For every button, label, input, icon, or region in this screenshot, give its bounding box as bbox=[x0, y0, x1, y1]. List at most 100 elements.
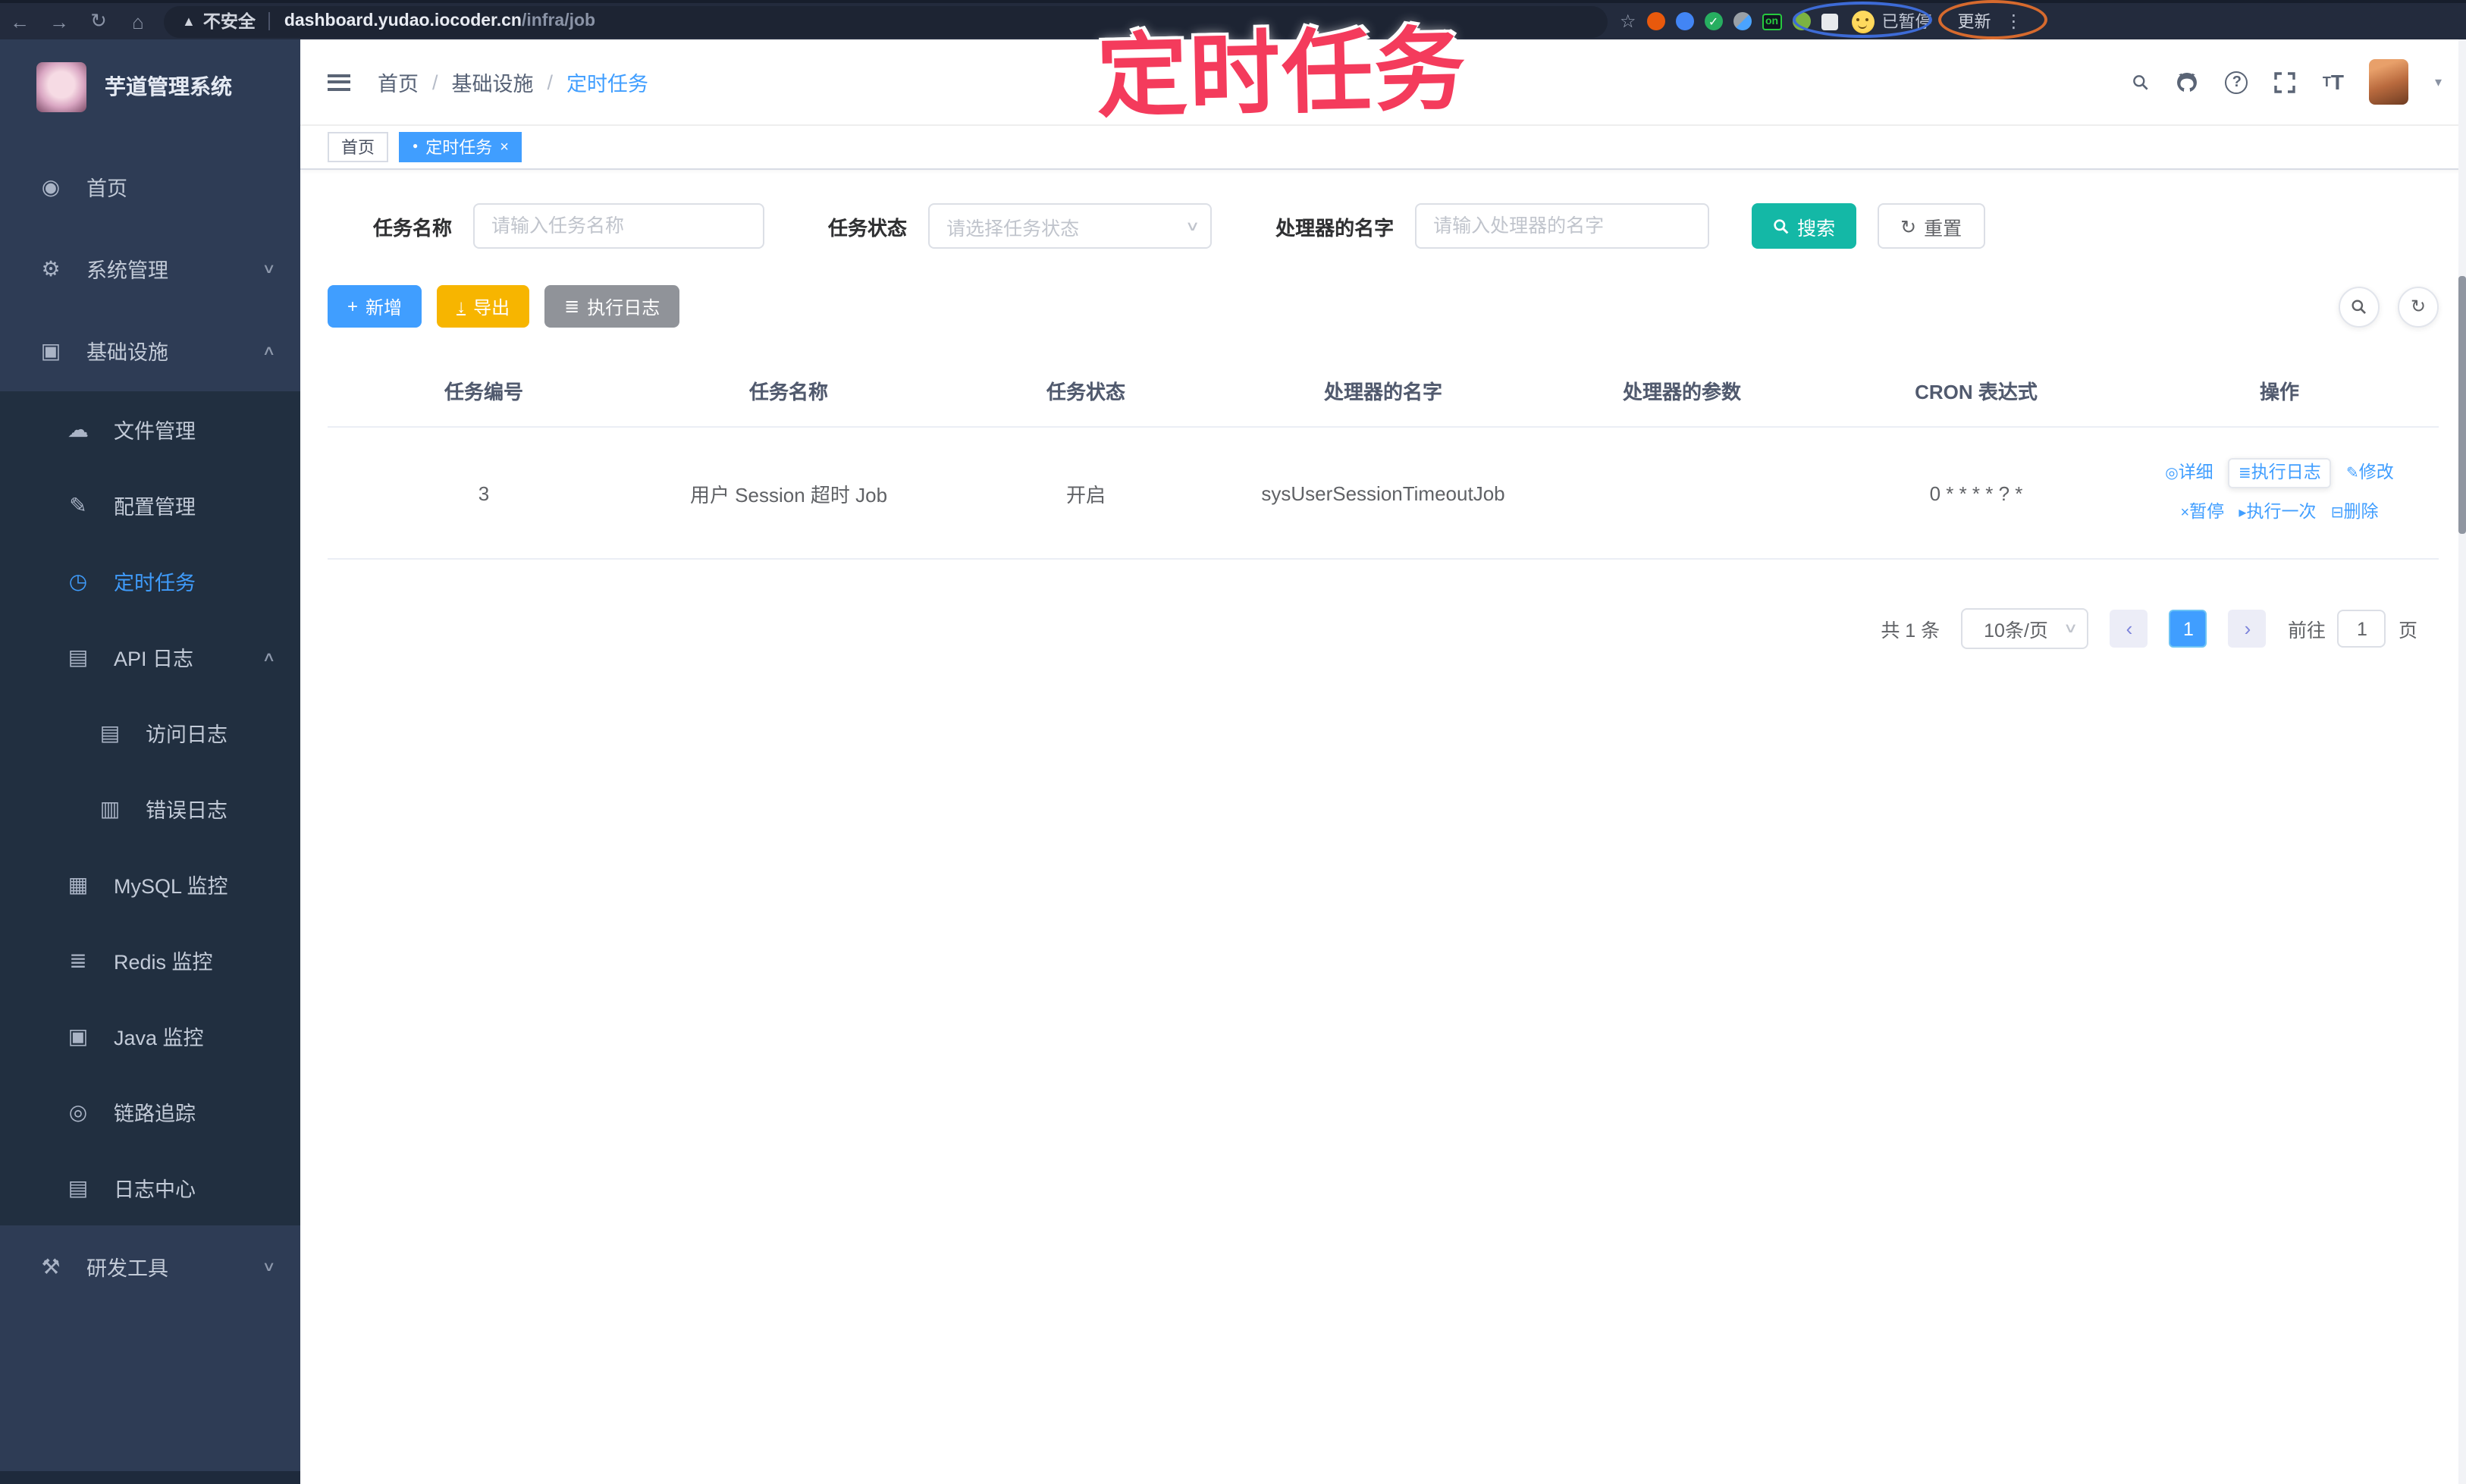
profile-paused-chip[interactable]: 已暂停 bbox=[1849, 8, 1944, 35]
download-icon: ↓ bbox=[456, 296, 466, 317]
refresh-table-button[interactable]: ↻ bbox=[2398, 286, 2439, 327]
breadcrumb-home[interactable]: 首页 bbox=[378, 67, 419, 97]
sidebar-item-home[interactable]: ◉ 首页 bbox=[0, 146, 300, 227]
search-button[interactable]: 搜索 bbox=[1752, 203, 1857, 249]
export-button[interactable]: ↓ 导出 bbox=[437, 285, 530, 328]
github-icon[interactable] bbox=[2176, 71, 2200, 93]
handler-name-input[interactable] bbox=[1415, 203, 1710, 249]
extension-icon[interactable] bbox=[1675, 12, 1694, 30]
paused-label: 已暂停 bbox=[1881, 14, 1932, 32]
extension-check-icon[interactable]: ✓ bbox=[1704, 12, 1723, 30]
browser-toolbar: ← → ↻ ⌂ ▲ 不安全 dashboard.yudao.iocoder.cn… bbox=[0, 0, 2466, 39]
chevron-down-icon: ∨ bbox=[262, 260, 277, 275]
page-content: 任务名称 任务状态 请选择任务状态 ∨ 处理器的名字 搜索 ↻ 重置 bbox=[300, 170, 2466, 649]
url-path[interactable]: /infra/job bbox=[522, 12, 595, 30]
sidebar-item-system[interactable]: ⚙ 系统管理 ∨ bbox=[0, 227, 300, 309]
font-size-icon[interactable]: TT bbox=[2323, 70, 2344, 94]
goto-page-input[interactable] bbox=[2337, 610, 2386, 648]
url-host[interactable]: dashboard.yudao.iocoder.cn bbox=[284, 12, 522, 30]
home-icon[interactable]: ⌂ bbox=[118, 10, 158, 33]
sidebar-item-trace[interactable]: ◎ 链路追踪 bbox=[0, 1074, 300, 1150]
pagination: 共 1 条 10条/页 ∨ ‹ 1 › 前往 页 bbox=[328, 608, 2439, 649]
extension-icon[interactable] bbox=[1646, 12, 1665, 30]
browser-menu-icon[interactable]: ⋮ bbox=[2005, 11, 2023, 32]
tab-home[interactable]: 首页 bbox=[328, 132, 388, 162]
sidebar-item-log-center[interactable]: ▤ 日志中心 bbox=[0, 1150, 300, 1225]
sidebar-item-label: API 日志 bbox=[114, 648, 194, 670]
help-icon[interactable]: ? bbox=[2225, 71, 2248, 93]
job-status-select[interactable]: 请选择任务状态 ∨ bbox=[928, 203, 1213, 249]
sidebar-item-label: 错误日志 bbox=[146, 799, 227, 822]
sidebar-item-redis-monitor[interactable]: ≣ Redis 监控 bbox=[0, 922, 300, 998]
next-page-button[interactable]: › bbox=[2228, 610, 2267, 648]
sidebar-item-mysql-monitor[interactable]: ▦ MySQL 监控 bbox=[0, 846, 300, 922]
chevron-up-icon: ∧ bbox=[262, 342, 277, 357]
exec-log-link[interactable]: ≣执行日志 bbox=[2227, 458, 2332, 488]
sidebar-menu: ◉ 首页 ⚙ 系统管理 ∨ ▣ 基础设施 ∧ ☁ 文件管理 ✎ 配置管理 ◷ 定… bbox=[0, 133, 300, 1307]
security-label[interactable]: 不安全 bbox=[203, 9, 256, 33]
modify-link[interactable]: ✎修改 bbox=[2346, 464, 2394, 482]
sidebar-item-error-log[interactable]: ▥ 错误日志 bbox=[0, 770, 300, 846]
address-bar[interactable]: ▲ 不安全 dashboard.yudao.iocoder.cn /infra/… bbox=[164, 5, 1608, 37]
cell-actions: ◎详细 ≣执行日志 ✎修改 ×暂停 ▸执行一次 ⊟删除 bbox=[2120, 427, 2439, 560]
tab-scheduled-jobs[interactable]: ● 定时任务 × bbox=[399, 132, 522, 162]
user-avatar[interactable] bbox=[2369, 59, 2409, 105]
bookmark-star-icon[interactable]: ☆ bbox=[1620, 11, 1636, 32]
reset-button[interactable]: ↻ 重置 bbox=[1878, 203, 1985, 249]
search-icon[interactable] bbox=[2133, 74, 2150, 90]
sidebar-item-label: 研发工具 bbox=[86, 1257, 168, 1280]
run-once-link-label: 执行一次 bbox=[2246, 504, 2317, 522]
tab-close-icon[interactable]: × bbox=[500, 139, 509, 155]
page-scrollbar[interactable] bbox=[2458, 39, 2466, 1484]
fullscreen-icon[interactable] bbox=[2274, 71, 2297, 93]
sidebar-item-label: MySQL 监控 bbox=[114, 875, 228, 898]
sidebar-item-api-log[interactable]: ▤ API 日志 ∧ bbox=[0, 619, 300, 695]
filter-form: 任务名称 任务状态 请选择任务状态 ∨ 处理器的名字 搜索 ↻ 重置 bbox=[328, 203, 2439, 249]
reload-icon[interactable]: ↻ bbox=[79, 9, 118, 33]
job-name-input[interactable] bbox=[473, 203, 765, 249]
sidebar-bottom-strip bbox=[0, 1471, 300, 1484]
dashboard-icon: ◉ bbox=[41, 174, 61, 198]
reset-button-label: 重置 bbox=[1924, 218, 1962, 239]
edit-icon: ✎ bbox=[2345, 466, 2359, 482]
prev-page-button[interactable]: ‹ bbox=[2110, 610, 2148, 648]
select-placeholder: 请选择任务状态 bbox=[946, 218, 1080, 239]
extension-grid-icon[interactable] bbox=[1733, 12, 1752, 30]
sidebar-item-label: 基础设施 bbox=[86, 341, 168, 364]
run-once-link[interactable]: ▸执行一次 bbox=[2239, 504, 2316, 522]
browser-update-button[interactable]: 更新 bbox=[1958, 9, 1991, 33]
log-icon: ▤ bbox=[99, 720, 121, 744]
extension-on-badge[interactable]: on bbox=[1762, 13, 1782, 30]
log-icon: ▥ bbox=[99, 795, 121, 820]
tab-label: 定时任务 bbox=[425, 140, 493, 158]
pause-link[interactable]: ×暂停 bbox=[2180, 504, 2224, 522]
sidebar-item-access-log[interactable]: ▤ 访问日志 bbox=[0, 695, 300, 770]
sidebar-item-scheduled-jobs[interactable]: ◷ 定时任务 bbox=[0, 543, 300, 619]
sidebar-item-label: Java 监控 bbox=[114, 1027, 204, 1049]
screen: ← → ↻ ⌂ ▲ 不安全 dashboard.yudao.iocoder.cn… bbox=[0, 0, 2466, 1484]
sidebar-item-config-manage[interactable]: ✎ 配置管理 bbox=[0, 467, 300, 543]
page-scrollbar-thumb[interactable] bbox=[2458, 276, 2466, 534]
sidebar-item-java-monitor[interactable]: ▣ Java 监控 bbox=[0, 998, 300, 1074]
sidebar-item-devtools[interactable]: ⚒ 研发工具 ∨ bbox=[0, 1225, 300, 1307]
extensions-puzzle-icon[interactable] bbox=[1821, 13, 1838, 30]
delete-link[interactable]: ⊟删除 bbox=[2331, 504, 2379, 522]
col-job-name: 任务名称 bbox=[640, 355, 937, 428]
sidebar-item-infra[interactable]: ▣ 基础设施 ∧ bbox=[0, 309, 300, 391]
back-icon[interactable]: ← bbox=[0, 10, 39, 33]
add-button[interactable]: + 新增 bbox=[328, 285, 422, 328]
forward-icon[interactable]: → bbox=[39, 10, 79, 33]
cell-handler-name: sysUserSessionTimeoutJob bbox=[1235, 427, 1532, 560]
app-logo-row[interactable]: 芋道管理系统 bbox=[0, 39, 300, 133]
hamburger-icon[interactable] bbox=[328, 74, 350, 90]
extension-leaf-icon[interactable] bbox=[1792, 12, 1811, 30]
breadcrumb-infra[interactable]: 基础设施 bbox=[452, 67, 534, 97]
chevron-down-icon: ∨ bbox=[1185, 218, 1201, 233]
detail-link[interactable]: ◎详细 bbox=[2165, 464, 2213, 482]
page-number-1[interactable]: 1 bbox=[2169, 610, 2207, 648]
exec-log-button[interactable]: ≣ 执行日志 bbox=[544, 285, 680, 328]
user-menu-caret-icon[interactable]: ▾ bbox=[2435, 74, 2442, 90]
toggle-search-icon-button[interactable] bbox=[2339, 286, 2380, 327]
sidebar-item-file-manage[interactable]: ☁ 文件管理 bbox=[0, 391, 300, 467]
page-size-select[interactable]: 10条/页 ∨ bbox=[1961, 608, 2089, 649]
